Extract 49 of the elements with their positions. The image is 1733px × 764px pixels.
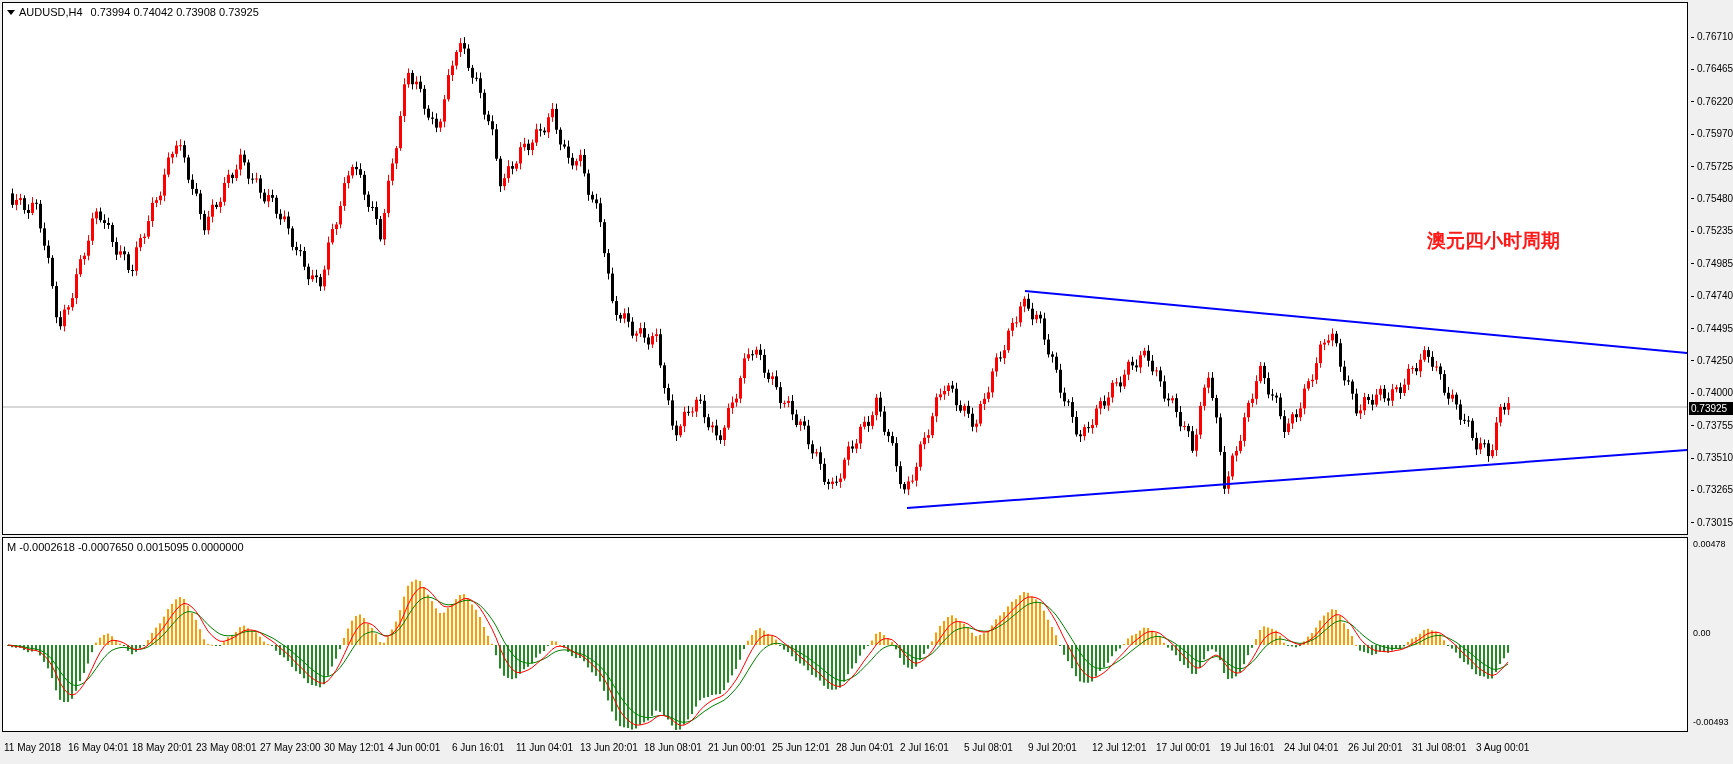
time-axis-label: 31 Jul 08:01 xyxy=(1412,742,1467,755)
time-axis-label: 2 Jul 16:01 xyxy=(900,742,949,755)
price-axis-label: 0.73015 xyxy=(1697,516,1733,529)
time-axis-label: 18 Jun 08:01 xyxy=(644,742,702,755)
price-axis-label: 0.76220 xyxy=(1697,95,1733,108)
chart-annotation: 澳元四小时周期 xyxy=(1427,229,1560,253)
time-axis-label: 5 Jul 08:01 xyxy=(964,742,1013,755)
price-axis-label: 0.74740 xyxy=(1697,290,1733,303)
indicator-title: M -0.0002618 -0.0007650 0.0015095 0.0000000 xyxy=(7,541,244,554)
time-axis-label: 3 Aug 00:01 xyxy=(1476,742,1530,755)
time-axis-label: 9 Jul 20:01 xyxy=(1028,742,1077,755)
indicator-axis-label: 0.00478 xyxy=(1692,538,1727,550)
price-axis-label: 0.74000 xyxy=(1697,387,1733,400)
time-axis-label: 4 Jun 00:01 xyxy=(388,742,441,755)
dropdown-arrow-icon[interactable] xyxy=(7,10,15,15)
ohlc-values: 0.73994 0.74042 0.73908 0.73925 xyxy=(90,6,259,19)
indicator-axis-label: 0.00 xyxy=(1692,627,1712,639)
time-axis-label: 23 May 08:01 xyxy=(196,742,257,755)
price-axis-label: 0.73265 xyxy=(1697,484,1733,497)
time-axis-label: 27 May 23:00 xyxy=(260,742,321,755)
price-axis-label: 0.75725 xyxy=(1697,160,1733,173)
time-axis-label: 12 Jul 12:01 xyxy=(1092,742,1147,755)
time-axis-label: 18 May 20:01 xyxy=(132,742,193,755)
time-axis-label: 28 Jun 04:01 xyxy=(836,742,894,755)
price-axis-label: 0.74985 xyxy=(1697,257,1733,270)
indicator-axis-label: -0.00493 xyxy=(1692,716,1730,728)
time-axis-label: 13 Jun 20:01 xyxy=(580,742,638,755)
time-axis-label: 11 May 2018 xyxy=(4,742,62,755)
time-axis-label: 26 Jul 20:01 xyxy=(1348,742,1403,755)
time-axis-label: 11 Jun 04:01 xyxy=(516,742,574,755)
time-axis-label: 16 May 04:01 xyxy=(68,742,129,755)
price-axis-label: 0.74495 xyxy=(1697,322,1733,335)
time-axis-label: 30 May 12:01 xyxy=(324,742,385,755)
price-axis-label: 0.74250 xyxy=(1697,354,1733,367)
current-price-tag: 0.73925 xyxy=(1689,402,1733,415)
price-axis-label: 0.76710 xyxy=(1697,31,1733,43)
time-axis-label: 17 Jul 00:01 xyxy=(1156,742,1211,755)
price-axis-label: 0.75480 xyxy=(1697,192,1733,205)
price-axis-label: 0.75970 xyxy=(1697,128,1733,141)
time-axis-label: 21 Jun 00:01 xyxy=(708,742,766,755)
time-axis-label: 6 Jun 16:01 xyxy=(452,742,505,755)
price-axis-label: 0.75235 xyxy=(1697,225,1733,238)
price-axis-label: 0.76465 xyxy=(1697,63,1733,76)
price-axis-label: 0.73510 xyxy=(1697,452,1733,465)
price-axis-label: 0.73755 xyxy=(1697,419,1733,432)
time-axis-label: 19 Jul 16:01 xyxy=(1220,742,1275,755)
time-axis-label: 24 Jul 04:01 xyxy=(1284,742,1339,755)
time-axis-label: 25 Jun 12:01 xyxy=(772,742,830,755)
symbol-title: AUDUSD,H4 xyxy=(19,6,83,19)
